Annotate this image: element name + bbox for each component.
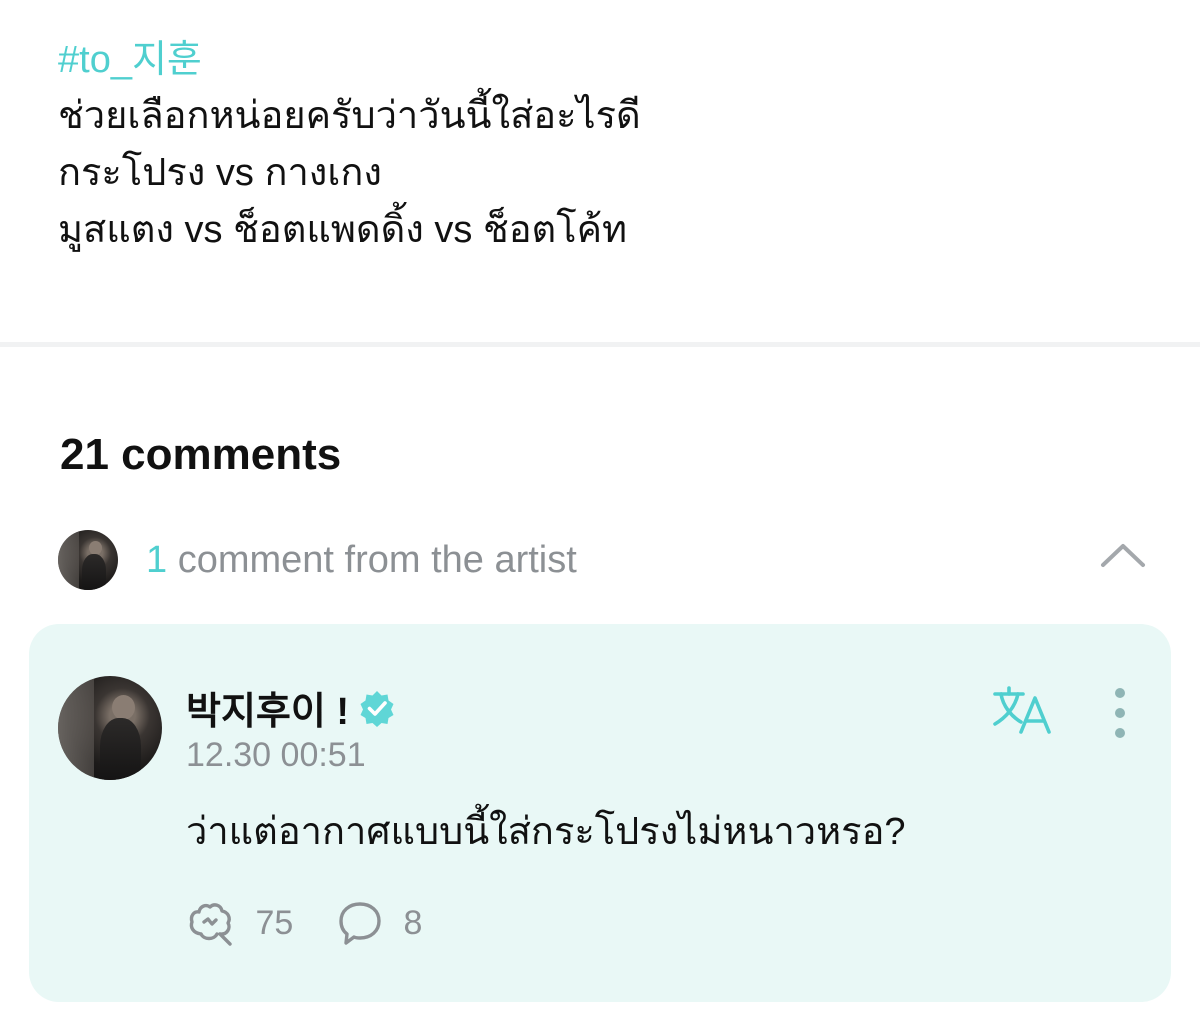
artist-comments-count: 1	[146, 539, 168, 581]
artist-comment-card: 박지후이 ! 12.30 00:51 ว่าแต่อากาศแบบนี้ใส่ก…	[29, 624, 1171, 1002]
comment-bubble-icon	[339, 902, 381, 945]
post-body: #to_지훈 ช่วยเลือกหน่อยครับว่าวันนี้ใส่อะไ…	[58, 36, 1158, 259]
section-divider	[0, 342, 1200, 347]
post-hashtag[interactable]: #to_지훈	[58, 36, 1158, 84]
like-icon	[189, 903, 232, 946]
post-text-line: กระโปรง vs กางเกง	[58, 152, 382, 194]
comments-count-heading: 21 comments	[60, 430, 342, 479]
artist-comments-toggle[interactable]: 1 comment from the artist	[58, 530, 1148, 590]
like-button[interactable]: 75	[187, 900, 293, 946]
artist-comments-label: 1 comment from the artist	[146, 538, 577, 582]
chevron-up-icon[interactable]	[1100, 540, 1146, 570]
translate-icon[interactable]	[991, 684, 1053, 736]
post-text-line: ช่วยเลือกหน่อยครับว่าวันนี้ใส่อะไรดี	[58, 95, 641, 137]
reply-count: 8	[403, 903, 423, 942]
verified-badge-icon	[360, 690, 394, 727]
comment-timestamp: 12.30 00:51	[186, 736, 366, 774]
more-vertical-icon[interactable]	[1105, 686, 1135, 740]
comment-text: ว่าแต่อากาศแบบนี้ใส่กระโปรงไม่หนาวหรอ?	[186, 811, 906, 853]
reply-button[interactable]: 8	[337, 900, 422, 946]
like-count: 75	[255, 903, 294, 942]
comment-author-row: 박지후이 !	[186, 680, 396, 733]
artist-comments-text: comment from the artist	[167, 539, 577, 581]
artist-avatar	[58, 530, 118, 590]
comment-author-avatar[interactable]	[58, 676, 162, 780]
comment-author-name[interactable]: 박지후이 !	[186, 691, 349, 733]
post-text-line: มูสแตง vs ช็อตแพดดิ้ง vs ช็อตโค้ท	[58, 209, 628, 251]
